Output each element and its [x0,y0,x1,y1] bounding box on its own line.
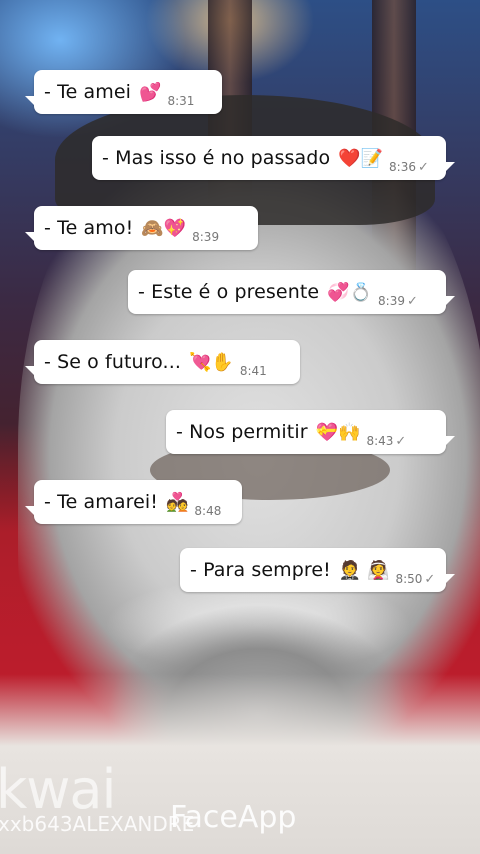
gift-heart-hands-emoji-icon: 💝🙌 [315,421,361,443]
read-check-icon: ✓ [406,294,418,309]
message-text: - Te amarei! [44,491,158,513]
message-time: 8:36 [389,160,416,174]
message-text: - Te amo! [44,217,134,239]
message-time: 8:39 [378,294,405,308]
message-text: - Te amei [44,81,132,103]
chat-bubble-incoming[interactable]: - Te amo! 🙈💖 8:39 [25,206,258,250]
chat-bubble-outgoing[interactable]: - Nos permitir 💝🙌 8:43 ✓ [166,410,455,454]
message-time: 8:48 [194,504,222,518]
arrow-heart-hand-emoji-icon: 💘✋ [188,351,234,373]
message-time: 8:50 [395,572,423,586]
hearts-ring-emoji-icon: 💞💍 [327,281,373,303]
couple-emoji-icon: 💑 [165,491,189,513]
heart-memo-emoji-icon: ❤️📝 [338,147,384,169]
chat-bubble-incoming[interactable]: - Te amei 💕 8:31 [25,70,222,114]
read-check-icon: ✓ [395,434,407,449]
faceapp-watermark: FaceApp [170,800,297,835]
read-check-icon: ✓ [417,160,429,175]
message-time: 8:43 [366,434,394,448]
username-watermark: xxb643ALEXANDRE [0,812,195,836]
message-text: - Para sempre! [190,559,331,581]
chat-bubble-incoming[interactable]: - Se o futuro... 💘✋ 8:41 [25,340,300,384]
message-text: - Mas isso é no passado [102,147,331,169]
chat-bubble-outgoing[interactable]: - Mas isso é no passado ❤️📝 8:36 ✓ [92,136,455,180]
groom-bride-emoji-icon: 🤵 👰 [338,559,390,581]
read-check-icon: ✓ [424,572,436,587]
chat-bubble-outgoing[interactable]: - Este é o presente 💞💍 8:39 ✓ [128,270,455,314]
message-time: 8:41 [239,364,267,378]
message-time: 8:39 [192,230,220,244]
message-time: 8:31 [167,94,195,108]
message-text: - Se o futuro... [44,351,181,373]
message-text: - Nos permitir [176,421,308,443]
chat-bubble-incoming[interactable]: - Te amarei! 💑 8:48 [25,480,242,524]
monkey-heart-emoji-icon: 🙈💖 [141,217,187,239]
heart-emoji-icon: 💕 [139,81,162,103]
message-text: - Este é o presente [138,281,320,303]
chat-bubble-outgoing[interactable]: - Para sempre! 🤵 👰 8:50 ✓ [180,548,455,592]
